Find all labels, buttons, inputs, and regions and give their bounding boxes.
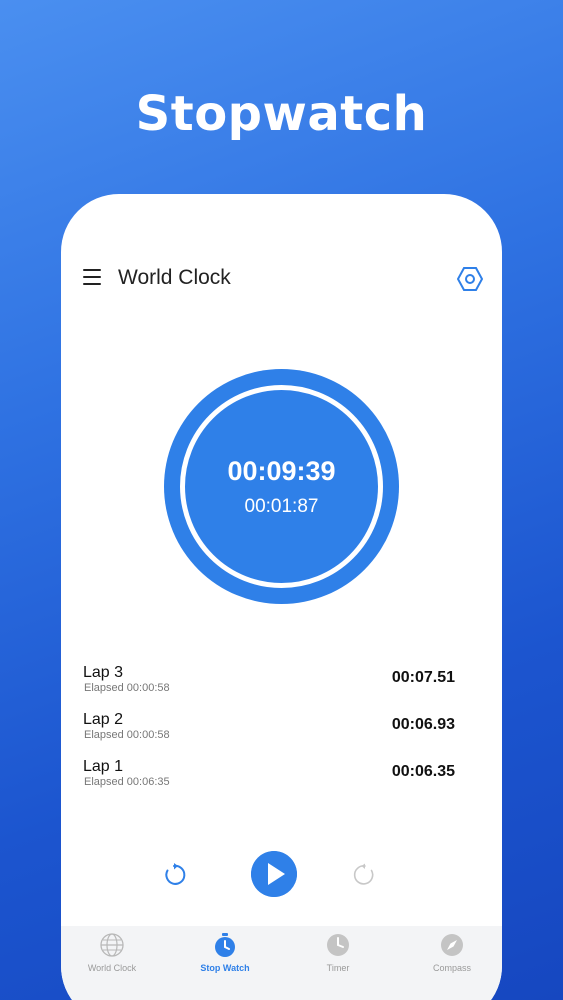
lap-name: Lap 1 [83,758,124,775]
nav-label: Timer [326,963,350,973]
lap-name: Lap 3 [83,664,124,681]
lap-time: 00:06.35 [391,763,455,780]
lap-elapsed: Elapsed 00:00:58 [84,682,170,694]
reset-icon[interactable] [161,862,187,888]
nav-label: World Clock [87,963,137,973]
nav-stop-watch[interactable]: Stop Watch [170,932,280,973]
promo-title: Stopwatch [135,86,428,142]
stopwatch-lap-time: 00:01:87 [244,496,319,517]
stopwatch-controls [61,849,502,899]
lap-time: 00:07.51 [391,669,455,686]
lap-row: Lap 2 Elapsed 00:00:58 00:06.93 [83,711,483,758]
app-title: World Clock [118,266,231,289]
lap-row: Lap 3 Elapsed 00:00:58 00:07.51 [83,664,483,711]
lap-name: Lap 2 [83,711,124,728]
globe-icon [100,933,124,957]
hamburger-menu-icon[interactable] [83,269,101,285]
stopwatch-icon [215,933,235,957]
app-bar: World Clock [61,256,502,300]
bottom-nav: World Clock Stop Watch Timer Compass [61,926,502,1000]
nav-label: Stop Watch [200,963,250,973]
play-button[interactable] [251,851,297,897]
lap-time: 00:06.93 [391,716,455,733]
hexagon-settings-icon[interactable] [457,266,483,292]
lap-row: Lap 1 Elapsed 00:06:35 00:06.35 [83,758,483,805]
phone-screen: World Clock 00:09:39 00:01:87 Lap 3 Elap… [61,194,502,1000]
lap-icon[interactable] [352,862,378,888]
nav-timer[interactable]: Timer [283,932,393,973]
nav-world-clock[interactable]: World Clock [61,932,167,973]
lap-list: Lap 3 Elapsed 00:00:58 00:07.51 Lap 2 El… [83,664,483,805]
nav-label: Compass [432,963,471,973]
lap-elapsed: Elapsed 00:06:35 [84,776,170,788]
compass-icon [441,934,463,956]
stopwatch-total-time: 00:09:39 [227,456,336,486]
clock-icon [327,934,349,956]
lap-elapsed: Elapsed 00:00:58 [84,729,170,741]
nav-compass[interactable]: Compass [397,932,502,973]
